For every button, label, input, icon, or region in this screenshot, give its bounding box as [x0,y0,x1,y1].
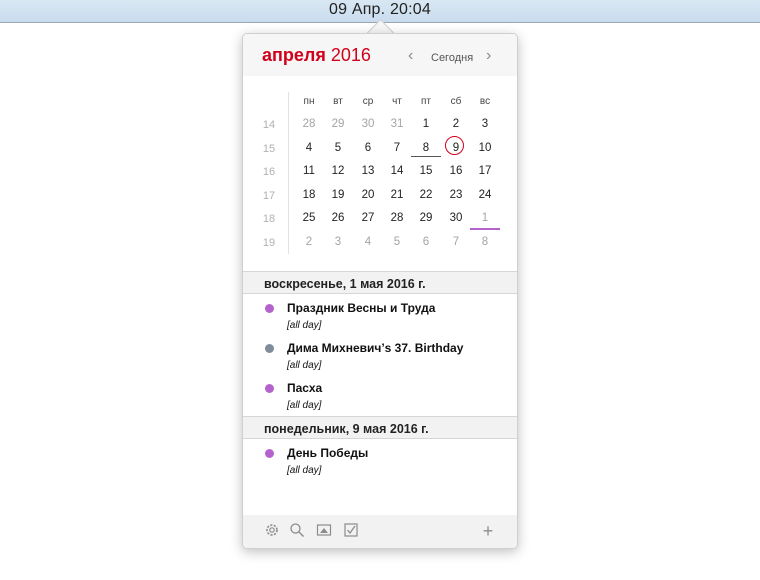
gear-icon[interactable] [263,522,281,540]
day-cell[interactable]: 16 [443,161,469,181]
weekday-header: пн [303,96,315,107]
day-cell[interactable]: 20 [355,185,381,205]
day-cell[interactable]: 3 [472,114,498,134]
event-time: [all day] [287,320,322,331]
day-cell[interactable]: 1 [472,208,498,228]
week-number: 14 [262,119,276,131]
week-number: 18 [262,213,276,225]
event-title[interactable]: Праздник Весны и Труда [287,301,435,315]
month-title: апреля 2016 [262,45,371,66]
week-number: 15 [262,143,276,155]
day-cell[interactable]: 17 [472,161,498,181]
footer-toolbar: + [243,515,517,548]
calendar-header: апреля 2016 ‹ Сегодня › [243,34,517,76]
day-cell[interactable]: 12 [325,161,351,181]
day-cell[interactable]: 1 [413,114,439,134]
day-cell[interactable]: 14 [384,161,410,181]
day-cell[interactable]: 4 [296,138,322,158]
event-time: [all day] [287,400,322,411]
event-indicator [470,228,500,230]
day-cell[interactable]: 29 [413,208,439,228]
day-cell[interactable]: 5 [325,138,351,158]
day-cell[interactable]: 18 [296,185,322,205]
event-color-dot [265,344,274,353]
day-cell[interactable]: 22 [413,185,439,205]
today-indicator [445,136,464,155]
month-name: апреля [262,45,326,65]
weekday-header: чт [392,96,402,107]
event-time: [all day] [287,465,322,476]
day-cell[interactable]: 28 [296,114,322,134]
plus-icon[interactable]: + [479,522,497,540]
day-cell[interactable]: 3 [325,232,351,252]
search-icon[interactable] [288,522,306,540]
weekday-header: ср [362,96,374,107]
day-cell[interactable]: 4 [355,232,381,252]
day-cell[interactable]: 19 [325,185,351,205]
day-cell[interactable]: 8 [472,232,498,252]
day-cell[interactable]: 8 [413,138,439,158]
year: 2016 [330,45,371,65]
event-color-dot [265,449,274,458]
menubar-clock[interactable]: 09 Апр. 20:04 [0,1,760,19]
calendar-popover: апреля 2016 ‹ Сегодня › пн вт ср чт пт с… [242,33,518,549]
day-cell[interactable]: 30 [355,114,381,134]
agenda-date-header: воскресенье, 1 мая 2016 г. [243,271,517,294]
day-cell[interactable]: 27 [355,208,381,228]
week-number: 19 [262,237,276,249]
day-cell[interactable]: 25 [296,208,322,228]
event-color-dot [265,384,274,393]
day-cell[interactable]: 2 [443,114,469,134]
day-cell[interactable]: 7 [384,138,410,158]
day-cell[interactable]: 28 [384,208,410,228]
week-number: 17 [262,190,276,202]
day-cell[interactable]: 15 [413,161,439,181]
day-cell[interactable]: 26 [325,208,351,228]
event-title[interactable]: Дима Михневич’s 37. Birthday [287,341,463,355]
today-button[interactable]: Сегодня [431,52,473,64]
weekday-header: вт [333,96,343,107]
day-cell[interactable]: 31 [384,114,410,134]
day-cell[interactable]: 6 [413,232,439,252]
image-icon[interactable] [315,522,333,540]
day-cell[interactable]: 24 [472,185,498,205]
event-color-dot [265,304,274,313]
day-cell[interactable]: 5 [384,232,410,252]
event-title[interactable]: День Победы [287,446,368,460]
weekday-header: пт [421,96,431,107]
day-cell[interactable]: 2 [296,232,322,252]
day-cell[interactable]: 23 [443,185,469,205]
weekday-header: сб [450,96,462,107]
day-cell[interactable]: 10 [472,138,498,158]
day-cell[interactable]: 13 [355,161,381,181]
week-number-divider [288,92,289,254]
day-cell[interactable]: 21 [384,185,410,205]
day-cell[interactable]: 7 [443,232,469,252]
event-indicator [411,156,441,157]
weekday-header: вс [479,96,491,107]
day-cell[interactable]: 30 [443,208,469,228]
prev-month-button[interactable]: ‹ [408,48,413,64]
day-cell[interactable]: 6 [355,138,381,158]
event-time: [all day] [287,360,322,371]
day-cell[interactable]: 11 [296,161,322,181]
day-cell[interactable]: 29 [325,114,351,134]
checkbox-icon[interactable] [342,522,360,540]
agenda-date-header: понедельник, 9 мая 2016 г. [243,416,517,439]
next-month-button[interactable]: › [486,48,491,64]
week-number: 16 [262,166,276,178]
event-title[interactable]: Пасха [287,381,322,395]
